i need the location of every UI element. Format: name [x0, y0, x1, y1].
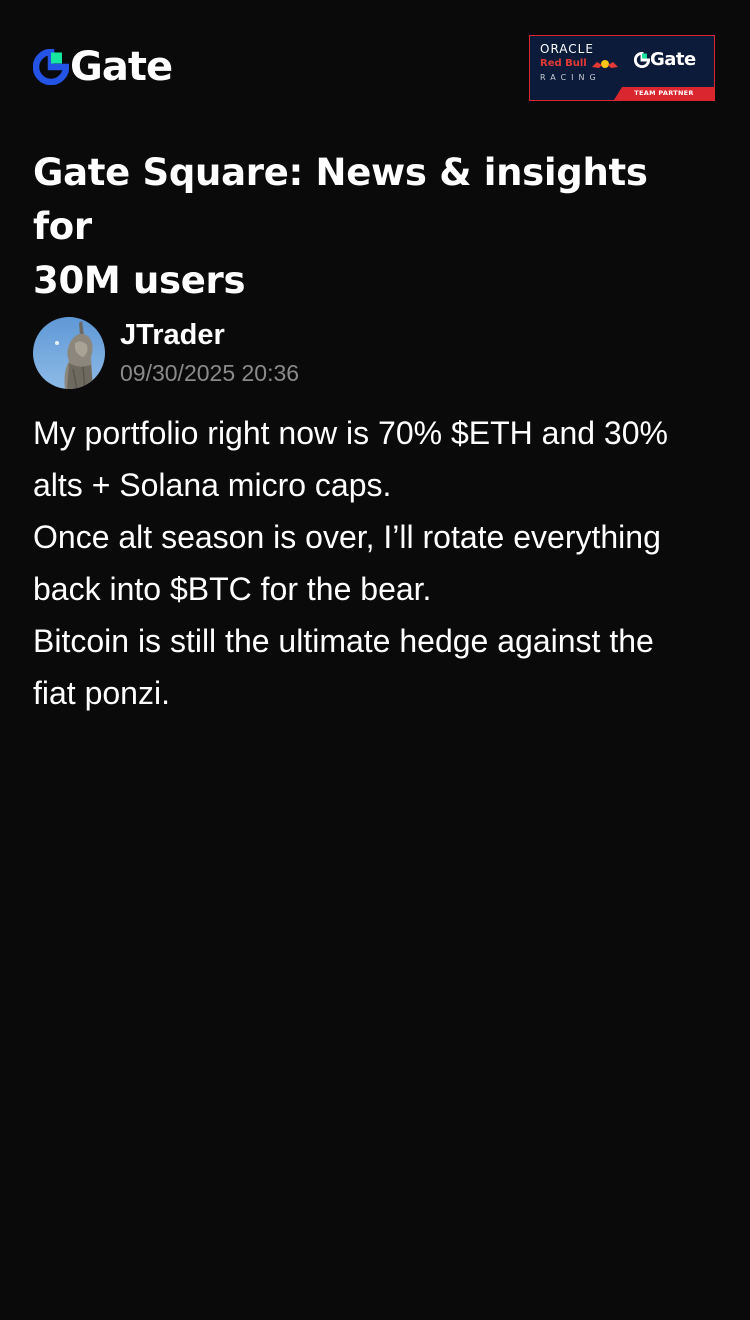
post-author[interactable]: JTrader 09/30/2025 20:36: [33, 317, 299, 389]
post-line: back into $BTC for the bear.: [33, 571, 432, 607]
oracle-text: ORACLE: [540, 42, 594, 56]
red-bull-row: Red Bull: [540, 58, 622, 70]
page-title: Gate Square: News & insights for 30M use…: [33, 146, 703, 308]
red-bull-icon: [591, 60, 618, 68]
author-info: JTrader 09/30/2025 20:36: [120, 318, 299, 388]
racing-text: RACING: [540, 73, 601, 82]
post-line: My portfolio right now is 70% $ETH and 3…: [33, 415, 668, 451]
gate-logo[interactable]: Gate: [33, 44, 173, 90]
post-line: Bitcoin is still the ultimate hedge agai…: [33, 623, 654, 659]
gate-logo-icon: [634, 52, 650, 68]
gate-logo-icon: [33, 49, 69, 85]
partner-banner[interactable]: ORACLE Red Bull RACING Gate TEAM PARTNER: [529, 35, 715, 101]
gate-logo-text: Gate: [70, 44, 173, 90]
post-timestamp: 09/30/2025 20:36: [120, 360, 300, 386]
avatar-statue-image: [33, 317, 105, 389]
post-line: fiat ponzi.: [33, 675, 170, 711]
post-line: alts + Solana micro caps.: [33, 467, 392, 503]
avatar[interactable]: [33, 317, 105, 389]
post-line: Once alt season is over, I’ll rotate eve…: [33, 519, 661, 555]
author-name[interactable]: JTrader: [120, 318, 299, 352]
banner-gate-text: Gate: [650, 49, 696, 70]
page-title-line-2: 30M users: [33, 259, 246, 302]
red-bull-text: Red Bull: [540, 58, 587, 69]
banner-gate-logo: Gate: [634, 50, 696, 70]
post-content: My portfolio right now is 70% $ETH and 3…: [33, 407, 723, 719]
page: Gate ORACLE Red Bull RACING Gate TEAM PA…: [0, 0, 750, 1320]
oracle-red-bull-racing-logo: ORACLE Red Bull RACING: [540, 43, 622, 84]
team-partner-label: TEAM PARTNER: [614, 87, 714, 100]
header: Gate ORACLE Red Bull RACING Gate TEAM PA…: [33, 35, 715, 101]
page-title-line-1: Gate Square: News & insights for: [33, 151, 648, 248]
